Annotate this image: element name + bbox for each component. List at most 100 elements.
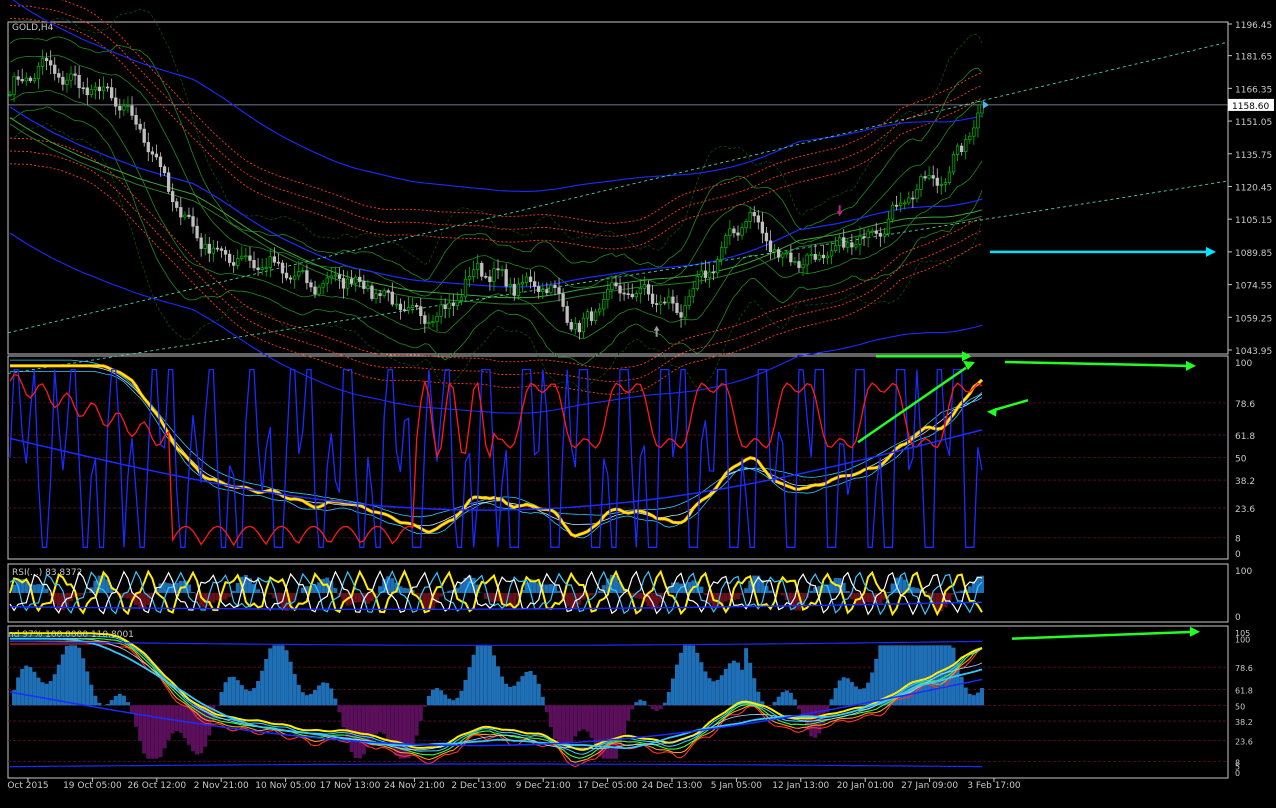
rsi-histogram-bar	[236, 583, 240, 593]
candle-up	[586, 312, 589, 318]
osc-histogram-bar	[565, 705, 569, 748]
osc-histogram-bar	[793, 699, 797, 705]
candle-up	[293, 276, 296, 279]
candle-up	[354, 277, 357, 283]
osc-histogram-bar	[118, 694, 122, 705]
osc-histogram-bar	[732, 661, 736, 706]
osc-histogram-bar	[622, 705, 626, 734]
candle-up	[407, 308, 410, 311]
candle-up	[493, 269, 496, 282]
candle-up	[41, 58, 44, 66]
osc-histogram-bar	[163, 705, 167, 748]
osc-histogram-bar	[49, 681, 53, 705]
candle-down	[419, 307, 422, 316]
candle-down	[546, 290, 549, 293]
candle-up	[346, 279, 349, 288]
candle-up	[184, 215, 187, 217]
candle-down	[175, 202, 178, 208]
candle-down	[924, 177, 927, 178]
candle-up	[269, 257, 272, 268]
time-tick-label: Oct 2015	[7, 781, 48, 791]
osc-histogram-bar	[976, 693, 980, 706]
osc-tick-label: 61.8	[1235, 687, 1253, 696]
rsi-histogram-bar	[886, 592, 890, 593]
arrow-up-icon	[654, 326, 660, 337]
osc-histogram-bar	[703, 671, 707, 705]
osc-histogram-bar	[972, 695, 976, 705]
candle-down	[578, 323, 581, 332]
osc-histogram-bar	[350, 705, 354, 752]
osc-histogram-bar	[911, 645, 915, 705]
price-tick-label: 1105.15	[1235, 216, 1272, 226]
osc-histogram-bar	[276, 645, 280, 705]
candle-down	[86, 88, 89, 95]
osc-histogram-bar	[736, 663, 740, 706]
bollinger-upper-1	[10, 56, 982, 297]
osc-histogram-bar	[870, 672, 874, 705]
candle-up	[846, 243, 849, 248]
rsi-histogram-bar	[333, 588, 337, 593]
candle-up	[432, 321, 435, 322]
candle-down	[249, 256, 252, 260]
osc-histogram-bar	[655, 705, 659, 711]
time-tick-label: 20 Jan 01:00	[837, 781, 894, 791]
osc-histogram-bar	[874, 659, 878, 705]
osc-histogram-bar	[683, 645, 687, 705]
osc-histogram-bar	[244, 689, 248, 705]
candle-up	[696, 276, 699, 288]
osc-histogram-bar	[378, 705, 382, 732]
candle-down	[960, 146, 963, 152]
osc-histogram-bar	[476, 645, 480, 705]
osc-histogram-bar	[317, 685, 321, 705]
candle-down	[306, 271, 309, 283]
candle-up	[436, 316, 439, 321]
rsi-histogram-bar	[557, 591, 561, 593]
time-tick-label: 24 Nov 21:00	[384, 781, 445, 791]
osc-histogram-bar	[492, 655, 496, 705]
candle-down	[912, 198, 915, 199]
osc-histogram-bar	[374, 705, 378, 734]
osc-lower-blue-line	[10, 764, 982, 767]
candle-up	[334, 275, 337, 276]
time-tick-label: 19 Oct 05:00	[63, 781, 122, 791]
rsi-histogram-bar	[968, 586, 972, 593]
candle-up	[265, 268, 268, 269]
osc-histogram-bar	[659, 705, 663, 709]
osc-histogram-bar	[797, 705, 801, 709]
osc-histogram-bar	[813, 705, 817, 737]
price-tick-label: 1074.55	[1235, 282, 1272, 292]
stoch-tick-label: 0	[1235, 550, 1241, 560]
osc-histogram-bar	[455, 698, 459, 706]
candle-up	[127, 106, 130, 107]
stoch-tick-label: 50	[1235, 455, 1247, 465]
osc-histogram-bar	[325, 683, 329, 705]
rsi-histogram-bar	[358, 593, 362, 602]
candle-up	[25, 78, 28, 81]
candle-down	[363, 282, 366, 289]
osc-histogram-bar	[122, 696, 126, 706]
osc-histogram-bar	[228, 677, 232, 705]
osc-histogram-bar	[740, 670, 744, 706]
candle-down	[338, 275, 341, 279]
candle-up	[9, 94, 12, 95]
osc-histogram-bar	[500, 677, 504, 706]
osc-histogram-bar	[516, 682, 520, 706]
candle-up	[940, 184, 943, 185]
stoch-tick-label: 23.6	[1235, 505, 1255, 515]
candle-down	[139, 124, 142, 129]
time-tick-label: 17 Dec 05:00	[577, 781, 638, 791]
candle-down	[49, 61, 52, 65]
candle-down	[529, 277, 532, 282]
candle-down	[188, 215, 191, 216]
candle-down	[253, 260, 256, 268]
osc-histogram-bar	[451, 700, 455, 705]
osc-histogram-bar	[398, 705, 402, 758]
rsi-histogram-bar	[512, 593, 516, 605]
rsi-histogram-bar	[947, 593, 951, 601]
osc-histogram-bar	[651, 705, 655, 709]
candle-up	[550, 285, 553, 292]
candle-up	[639, 288, 642, 293]
rsi-panel-label: RSI(...) 83.8372	[12, 568, 82, 578]
osc-histogram-bar	[439, 690, 443, 705]
osc-histogram-bar	[496, 666, 500, 705]
